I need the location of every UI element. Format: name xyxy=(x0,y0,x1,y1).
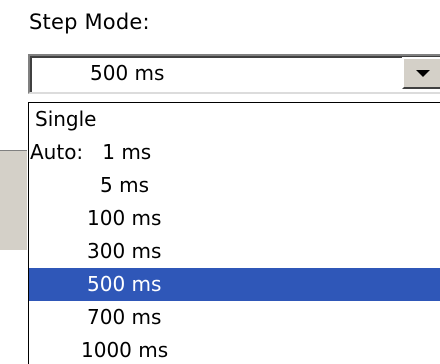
option-label: 700 ms xyxy=(87,305,162,329)
option-500ms[interactable]: 500 ms xyxy=(29,268,440,301)
option-label: 300 ms xyxy=(87,239,162,263)
option-auto-1ms[interactable]: Auto: 1 ms xyxy=(29,136,440,169)
step-mode-label: Step Mode: xyxy=(29,10,150,34)
option-300ms[interactable]: 300 ms xyxy=(29,235,440,268)
option-100ms[interactable]: 100 ms xyxy=(29,202,440,235)
option-label: 500 ms xyxy=(87,272,162,296)
step-mode-panel: Step Mode: 500 ms Single Auto: 1 ms 5 ms… xyxy=(0,0,440,364)
option-label: 100 ms xyxy=(87,206,162,230)
chevron-down-icon xyxy=(416,70,430,77)
option-label: Auto: 1 ms xyxy=(30,140,152,164)
option-label: 1000 ms xyxy=(81,338,169,362)
option-5ms[interactable]: 5 ms xyxy=(29,169,440,202)
background-panel xyxy=(0,150,27,250)
combobox-selected-value: 500 ms xyxy=(90,61,165,85)
step-mode-dropdown-list[interactable]: Single Auto: 1 ms 5 ms 100 ms 300 ms 500… xyxy=(28,102,440,364)
dropdown-button[interactable] xyxy=(402,57,440,89)
background-panel-edge xyxy=(0,150,27,151)
option-label: Single xyxy=(35,107,97,131)
option-single[interactable]: Single xyxy=(29,103,440,136)
step-mode-combobox[interactable]: 500 ms xyxy=(28,54,440,94)
option-700ms[interactable]: 700 ms xyxy=(29,301,440,334)
option-1000ms[interactable]: 1000 ms xyxy=(29,334,440,364)
option-label: 5 ms xyxy=(100,173,149,197)
